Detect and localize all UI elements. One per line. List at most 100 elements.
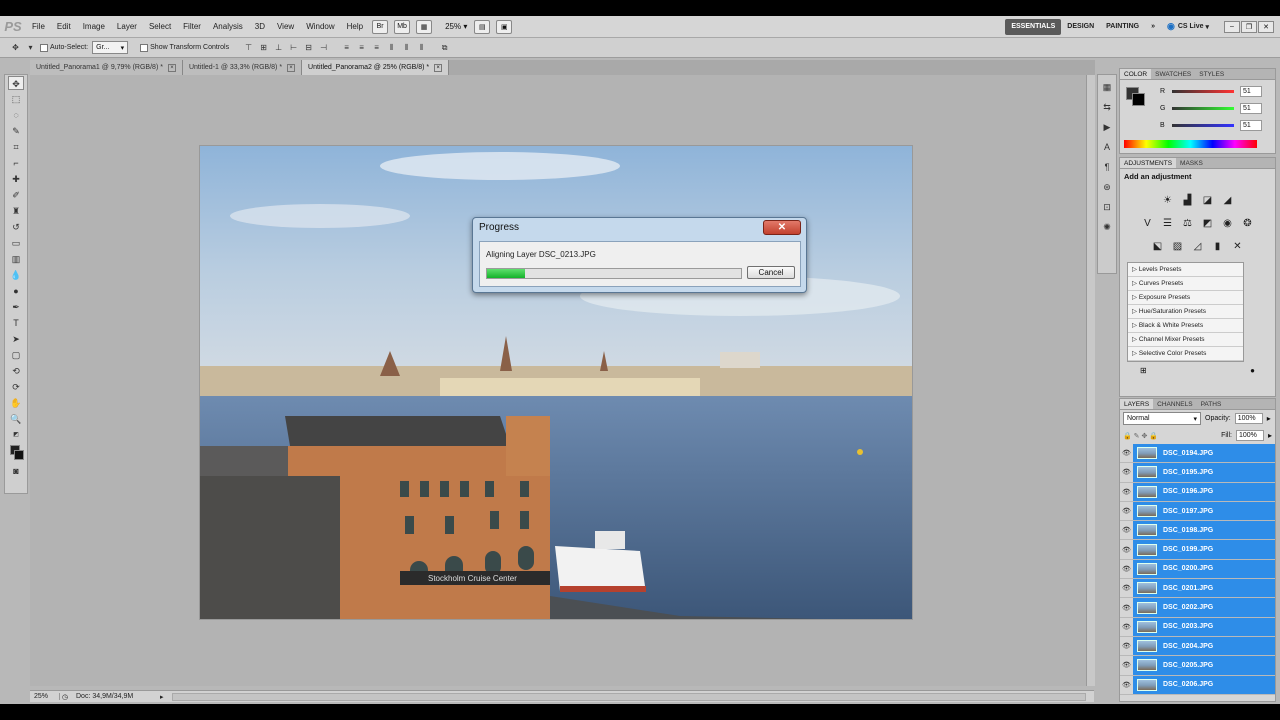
- menu-item-3d[interactable]: 3D: [249, 16, 271, 38]
- visibility-eye-icon[interactable]: 👁: [1120, 546, 1133, 554]
- align-hcenter-icon[interactable]: ⊟: [303, 43, 314, 53]
- status-menu-arrow-icon[interactable]: ▸: [160, 693, 164, 701]
- tab-swatches[interactable]: SWATCHES: [1151, 69, 1195, 79]
- tab-panorama1[interactable]: Untitled_Panorama1 @ 9,79% (RGB/8) * ×: [30, 60, 183, 75]
- layer-row[interactable]: 👁 DSC_0204.JPG: [1120, 636, 1275, 657]
- blend-mode-select[interactable]: Normal ▾: [1123, 412, 1201, 425]
- visibility-eye-icon[interactable]: 👁: [1120, 681, 1133, 689]
- eyedropper-tool-icon[interactable]: ⌐: [8, 156, 24, 170]
- history-brush-tool-icon[interactable]: ↺: [8, 220, 24, 234]
- expand-arrow-icon[interactable]: ▷: [1132, 336, 1139, 343]
- marquee-tool-icon[interactable]: ⬚: [8, 92, 24, 106]
- layer-item[interactable]: DSC_0206.JPG: [1133, 675, 1275, 694]
- layer-row[interactable]: 👁 DSC_0199.JPG: [1120, 540, 1275, 560]
- tab-untitled-1[interactable]: Untitled-1 @ 33,3% (RGB/8) * ×: [182, 60, 303, 75]
- restore-button[interactable]: ❐: [1241, 20, 1257, 33]
- layer-name[interactable]: DSC_0199.JPG: [1163, 546, 1213, 553]
- tab-paths[interactable]: PATHS: [1197, 399, 1226, 409]
- threshold-icon[interactable]: ◿: [1191, 240, 1205, 254]
- vibrance-icon[interactable]: V: [1141, 217, 1155, 231]
- align-left-icon[interactable]: ⊢: [288, 43, 299, 53]
- gradient-tool-icon[interactable]: ▥: [8, 252, 24, 266]
- 3d-rotate-tool-icon[interactable]: ⟲: [8, 364, 24, 378]
- visibility-eye-icon[interactable]: 👁: [1120, 584, 1133, 592]
- auto-select-target-dropdown[interactable]: Gr... ▾: [92, 41, 129, 54]
- minimize-button[interactable]: –: [1224, 20, 1240, 33]
- cs-live-button[interactable]: ◉ CS Live ▾: [1161, 19, 1215, 35]
- layer-name[interactable]: DSC_0197.JPG: [1163, 508, 1213, 515]
- 3d-orbit-tool-icon[interactable]: ⟳: [8, 380, 24, 394]
- color-spectrum-ramp[interactable]: [1124, 140, 1257, 148]
- lock-icons[interactable]: 🔒 ✎ ✥ 🔒: [1123, 432, 1217, 440]
- invert-icon[interactable]: ⬕: [1151, 240, 1165, 254]
- crop-tool-icon[interactable]: ⌗: [8, 140, 24, 154]
- levels-icon[interactable]: ▟: [1181, 194, 1195, 208]
- healing-brush-tool-icon[interactable]: ✚: [8, 172, 24, 186]
- menu-item-filter[interactable]: Filter: [177, 16, 207, 38]
- visibility-eye-icon[interactable]: 👁: [1120, 526, 1133, 534]
- preset-item[interactable]: ▷ Curves Presets: [1128, 277, 1243, 291]
- blue-value[interactable]: 51: [1240, 120, 1262, 131]
- path-selection-tool-icon[interactable]: ➤: [8, 332, 24, 346]
- photo-filter-icon[interactable]: ◉: [1221, 217, 1235, 231]
- auto-select-checkbox[interactable]: Auto-Select:: [40, 43, 88, 52]
- visibility-eye-icon[interactable]: 👁: [1120, 488, 1133, 496]
- visibility-eye-icon[interactable]: 👁: [1120, 449, 1133, 457]
- layer-name[interactable]: DSC_0198.JPG: [1163, 527, 1213, 534]
- paragraph-icon[interactable]: ¶: [1101, 161, 1113, 173]
- visibility-eye-icon[interactable]: 👁: [1120, 565, 1133, 573]
- layer-row[interactable]: 👁 DSC_0195.JPG: [1120, 463, 1275, 483]
- tab-styles[interactable]: STYLES: [1195, 69, 1228, 79]
- quick-mask-icon[interactable]: ◙: [8, 464, 24, 478]
- zoom-level-select[interactable]: 25% ▾: [441, 22, 471, 31]
- opacity-arrow-icon[interactable]: ▸: [1267, 414, 1271, 423]
- brightness-contrast-icon[interactable]: ☀: [1161, 194, 1175, 208]
- bridge-button[interactable]: Br: [372, 19, 389, 34]
- layer-name[interactable]: DSC_0206.JPG: [1163, 681, 1213, 688]
- clone-source-icon[interactable]: ⊛: [1101, 181, 1113, 193]
- layer-name[interactable]: DSC_0195.JPG: [1163, 469, 1213, 476]
- align-right-icon[interactable]: ⊣: [318, 43, 329, 53]
- distribute-right-icon[interactable]: ⦀: [416, 43, 427, 53]
- visibility-eye-icon[interactable]: 👁: [1120, 468, 1133, 476]
- menu-item-select[interactable]: Select: [143, 16, 177, 38]
- preset-item[interactable]: ▷ Black & White Presets: [1128, 319, 1243, 333]
- dodge-tool-icon[interactable]: ●: [8, 284, 24, 298]
- layer-name[interactable]: DSC_0201.JPG: [1163, 585, 1213, 592]
- expand-arrow-icon[interactable]: ▷: [1132, 308, 1139, 315]
- layer-item[interactable]: DSC_0201.JPG: [1133, 579, 1275, 598]
- layer-row[interactable]: 👁 DSC_0194.JPG: [1120, 444, 1275, 464]
- auto-select-mask-icon[interactable]: ●: [1250, 366, 1255, 375]
- layer-name[interactable]: DSC_0194.JPG: [1163, 450, 1213, 457]
- red-value[interactable]: 51: [1240, 86, 1262, 97]
- layer-name[interactable]: DSC_0200.JPG: [1163, 565, 1213, 572]
- red-slider[interactable]: [1172, 90, 1234, 93]
- tab-adjustments[interactable]: ADJUSTMENTS: [1120, 158, 1177, 168]
- cancel-button[interactable]: Cancel: [747, 266, 795, 279]
- layer-row[interactable]: 👁 DSC_0197.JPG: [1120, 501, 1275, 522]
- distribute-top-icon[interactable]: ≡: [341, 43, 352, 53]
- layer-row[interactable]: 👁 DSC_0203.JPG: [1120, 617, 1275, 637]
- layer-item[interactable]: DSC_0195.JPG: [1133, 463, 1275, 482]
- black-white-icon[interactable]: ◩: [1201, 217, 1215, 231]
- layer-item[interactable]: DSC_0198.JPG: [1133, 521, 1275, 540]
- layer-row[interactable]: 👁 DSC_0202.JPG: [1120, 598, 1275, 618]
- zoom-tool-icon[interactable]: 🔍: [8, 412, 24, 426]
- type-tool-icon[interactable]: T: [8, 316, 24, 330]
- blue-slider[interactable]: [1172, 124, 1234, 127]
- visibility-eye-icon[interactable]: 👁: [1120, 642, 1133, 650]
- layer-name[interactable]: DSC_0203.JPG: [1163, 623, 1213, 630]
- distribute-left-icon[interactable]: ⦀: [386, 43, 397, 53]
- close-tab-icon[interactable]: ×: [287, 63, 296, 72]
- layer-item[interactable]: DSC_0199.JPG: [1133, 540, 1275, 559]
- eraser-tool-icon[interactable]: ▭: [8, 236, 24, 250]
- distribute-bottom-icon[interactable]: ≡: [371, 43, 382, 53]
- fill-input[interactable]: 100%: [1235, 430, 1264, 441]
- screen-mode-button[interactable]: ▣: [496, 19, 513, 34]
- shape-tool-icon[interactable]: ▢: [8, 348, 24, 362]
- layer-name[interactable]: DSC_0205.JPG: [1163, 662, 1213, 669]
- expand-arrow-icon[interactable]: ▷: [1132, 350, 1139, 357]
- align-top-icon[interactable]: ⊤: [243, 43, 254, 53]
- layer-row[interactable]: 👁 DSC_0196.JPG: [1120, 482, 1275, 502]
- close-tab-icon[interactable]: ×: [434, 63, 443, 72]
